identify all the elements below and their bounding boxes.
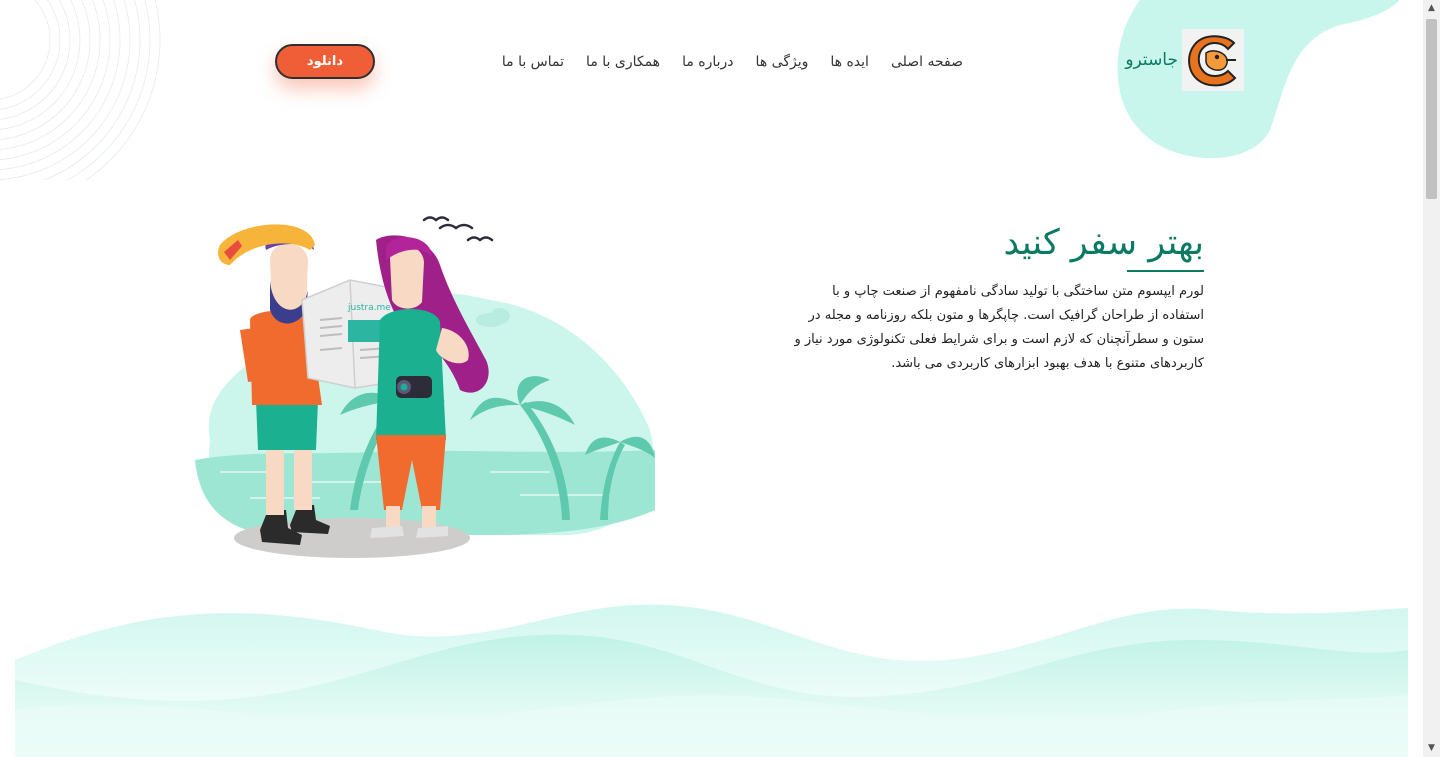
download-button[interactable]: دانلود: [275, 44, 375, 79]
nav-item-ideas[interactable]: ایده ها: [830, 50, 869, 74]
hero-title: بهتر سفر کنید: [1003, 223, 1205, 263]
nav-item-features[interactable]: ویژگی ها: [756, 50, 809, 74]
brand-name[interactable]: جاسترو: [1125, 50, 1178, 70]
hero-section: بهتر سفر کنید لورم ایپسوم متن ساختگی با …: [790, 220, 1204, 389]
scrollbar-thumb[interactable]: [1426, 19, 1437, 199]
camel-logo-icon: [1182, 29, 1244, 91]
nav-item-contact[interactable]: تماس با ما: [502, 50, 564, 74]
page: جاسترو صفحه اصلی ایده ها ویژگی ها درباره…: [0, 0, 1423, 757]
nav-item-cooperation[interactable]: همکاری با ما: [586, 50, 660, 74]
decorative-waves: [15, 604, 1408, 757]
vertical-scrollbar[interactable]: ▲ ▼: [1423, 0, 1440, 757]
hero-description: لورم ایپسوم متن ساختگی با تولید سادگی نا…: [794, 284, 1204, 371]
title-underline: [1127, 270, 1204, 272]
nav-item-about[interactable]: درباره ما: [682, 50, 733, 74]
nav-item-home[interactable]: صفحه اصلی: [891, 50, 963, 74]
scroll-down-arrow-icon[interactable]: ▼: [1423, 740, 1440, 757]
map-brand-text: justra.me: [347, 303, 391, 313]
site-header: جاسترو صفحه اصلی ایده ها ویژگی ها درباره…: [0, 0, 1423, 120]
main-nav: صفحه اصلی ایده ها ویژگی ها درباره ما همک…: [502, 50, 963, 74]
scroll-up-arrow-icon[interactable]: ▲: [1423, 0, 1440, 17]
travelers-illustration: justra.me: [195, 216, 655, 558]
brand[interactable]: جاسترو: [1118, 28, 1244, 92]
